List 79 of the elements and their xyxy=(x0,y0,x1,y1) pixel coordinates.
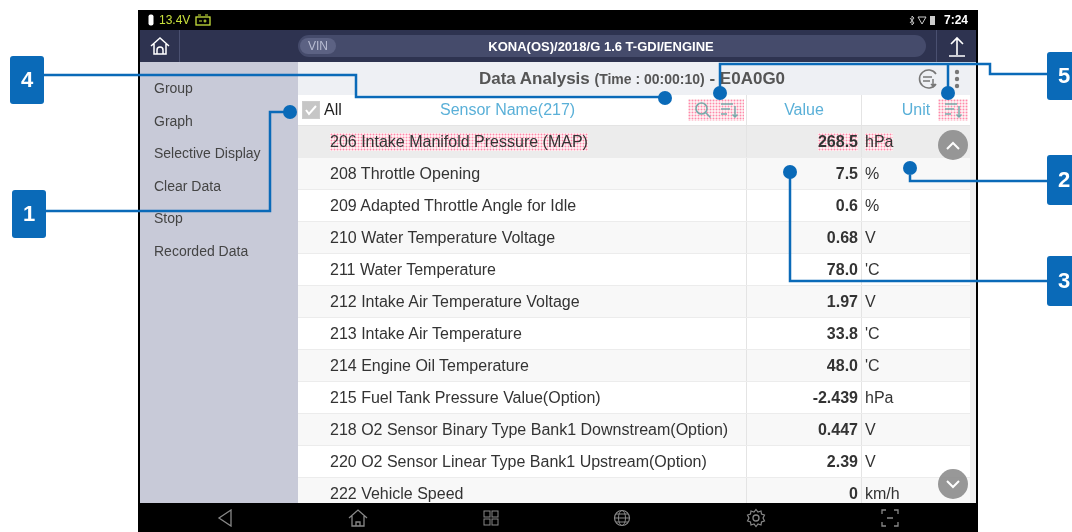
sensor-name: 214 Engine Oil Temperature xyxy=(330,356,529,375)
record-icon[interactable] xyxy=(916,67,940,90)
back-icon[interactable] xyxy=(217,508,234,527)
sensor-unit: V xyxy=(865,292,876,311)
sensor-row[interactable]: 210 Water Temperature Voltage 0.68 V xyxy=(298,222,970,254)
sensor-value: 1.97 xyxy=(826,292,858,311)
sensor-name: 210 Water Temperature Voltage xyxy=(330,228,556,247)
sensor-value: 0.6 xyxy=(835,196,858,215)
sensor-value: 48.0 xyxy=(826,356,858,375)
car-battery-icon xyxy=(195,14,212,26)
settings-icon[interactable] xyxy=(745,507,766,528)
sensor-unit: 'C xyxy=(865,260,880,279)
sensor-name: 206 Intake Manifold Pressure (MAP) xyxy=(330,132,588,151)
sidebar-item[interactable]: Stop xyxy=(140,202,298,235)
sidebar-item[interactable]: Clear Data xyxy=(140,169,298,202)
sensor-name: 208 Throttle Opening xyxy=(330,164,481,183)
sensor-unit: % xyxy=(865,164,880,183)
screen-title: Data Analysis (Time : 00:00:10) - E0A0G0 xyxy=(477,68,787,89)
sort-icon[interactable] xyxy=(720,101,738,119)
callout-number: 4 xyxy=(10,56,44,104)
sensor-row[interactable]: 218 O2 Sensor Binary Type Bank1 Downstream(Option) 0.447 V xyxy=(298,414,970,446)
sensor-name: 213 Intake Air Temperature xyxy=(330,324,522,343)
vin-tag: VIN xyxy=(300,38,336,54)
sensor-unit: V xyxy=(865,228,876,247)
sensor-unit: hPa xyxy=(865,132,894,151)
upload-arrow-icon xyxy=(946,35,967,57)
callout-number: 3 xyxy=(1047,256,1072,306)
sidebar-item[interactable]: Graph xyxy=(140,104,298,137)
scroll-down-button[interactable] xyxy=(938,469,968,499)
home-icon xyxy=(148,36,171,56)
sensor-name: 215 Fuel Tank Pressure Value(Option) xyxy=(330,388,601,407)
battery-voltage: 13.4V xyxy=(159,13,191,27)
select-all-checkbox[interactable] xyxy=(302,101,320,119)
callout-number: 2 xyxy=(1047,155,1072,205)
sensor-row[interactable]: 212 Intake Air Temperature Voltage 1.97 V xyxy=(298,286,970,318)
sensor-value: 0 xyxy=(849,484,858,503)
callout-number: 5 xyxy=(1047,52,1072,100)
sensor-row[interactable]: 222 Vehicle Speed 0 km/h xyxy=(298,478,970,503)
chevron-up-icon xyxy=(946,140,960,150)
globe-icon[interactable] xyxy=(613,508,632,527)
sensor-unit: V xyxy=(865,452,876,471)
sensor-value: 268.5 xyxy=(817,132,858,151)
chevron-down-icon xyxy=(946,479,960,489)
sensor-value: 0.68 xyxy=(826,228,858,247)
sensor-name: 209 Adapted Throttle Angle for Idle xyxy=(330,196,577,215)
sensor-unit: 'C xyxy=(865,324,880,343)
apps-grid-icon[interactable] xyxy=(482,509,499,526)
clock: 7:24 xyxy=(943,13,968,27)
sensor-value: 0.447 xyxy=(817,420,858,439)
sidebar-item[interactable]: Recorded Data xyxy=(140,234,298,267)
sensor-unit: hPa xyxy=(865,388,894,407)
sensor-unit: % xyxy=(865,196,880,215)
scan-icon[interactable] xyxy=(880,508,899,527)
callout-number: 1 xyxy=(12,190,46,238)
battery-icon xyxy=(148,14,154,26)
sensor-unit: V xyxy=(865,420,876,439)
sensor-name: 211 Water Temperature xyxy=(330,260,496,279)
sensor-value: -2.439 xyxy=(812,388,858,407)
sidebar-item[interactable]: Group xyxy=(140,72,298,105)
sensor-value: 7.5 xyxy=(835,164,858,183)
sensor-name: 218 O2 Sensor Binary Type Bank1 Downstream(Option) xyxy=(330,420,729,439)
more-menu-icon[interactable] xyxy=(954,68,960,89)
sensor-value: 33.8 xyxy=(826,324,858,343)
sensor-unit: 'C xyxy=(865,356,880,375)
sensor-name: 212 Intake Air Temperature Voltage xyxy=(330,292,580,311)
sensor-row[interactable]: 208 Throttle Opening 7.5 % xyxy=(298,158,970,190)
sensor-row[interactable]: 214 Engine Oil Temperature 48.0 'C xyxy=(298,350,970,382)
sensor-row[interactable]: 206 Intake Manifold Pressure (MAP) 268.5 hPa xyxy=(298,126,970,158)
sensor-value: 78.0 xyxy=(826,260,858,279)
sensor-value: 2.39 xyxy=(826,452,858,471)
sensor-name: 222 Vehicle Speed xyxy=(330,484,464,503)
sensor-unit: km/h xyxy=(865,484,900,503)
sort-icon[interactable] xyxy=(944,101,962,119)
select-all-label: All xyxy=(324,101,342,119)
sensor-name: 220 O2 Sensor Linear Type Bank1 Upstream(Option) xyxy=(330,452,707,471)
vehicle-name: KONA(OS)/2018/G 1.6 T-GDI/ENGINE xyxy=(487,38,715,54)
sidebar-item[interactable]: Selective Display xyxy=(140,137,298,170)
search-icon[interactable] xyxy=(694,101,712,119)
home-icon[interactable] xyxy=(348,508,368,527)
